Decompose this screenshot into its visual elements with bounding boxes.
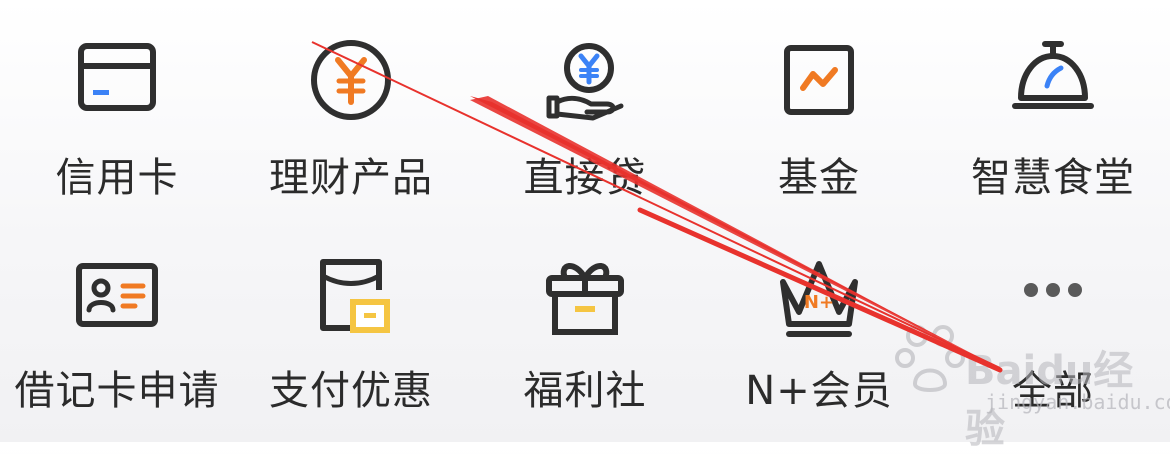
more-dots-icon bbox=[1003, 250, 1103, 350]
menu-label: 信用卡 bbox=[55, 155, 179, 201]
payment-discount-icon bbox=[301, 250, 401, 350]
menu-label: 福利社 bbox=[523, 368, 647, 414]
id-card-icon bbox=[67, 250, 167, 350]
menu-item-n-plus-member[interactable]: N+ N+会员 bbox=[702, 210, 936, 420]
loan-hand-icon bbox=[535, 32, 635, 132]
menu-item-credit-card[interactable]: 信用卡 bbox=[0, 0, 234, 210]
menu-item-payment-discount[interactable]: 支付优惠 bbox=[234, 210, 468, 420]
menu-item-welfare[interactable]: 福利社 bbox=[468, 210, 702, 420]
menu-label: 借记卡申请 bbox=[14, 368, 220, 414]
menu-label: 基金 bbox=[778, 155, 860, 201]
menu-label: 智慧食堂 bbox=[971, 155, 1135, 201]
credit-card-icon bbox=[67, 32, 167, 132]
menu-label: 支付优惠 bbox=[269, 368, 433, 414]
menu-label: 理财产品 bbox=[269, 155, 433, 201]
menu-item-all[interactable]: 全部 bbox=[936, 210, 1170, 420]
svg-text:N+: N+ bbox=[804, 292, 834, 313]
yen-coin-icon bbox=[301, 32, 401, 132]
menu-item-debit-card-apply[interactable]: 借记卡申请 bbox=[0, 210, 234, 420]
menu-item-smart-canteen[interactable]: 智慧食堂 bbox=[936, 0, 1170, 210]
menu-label: N+会员 bbox=[745, 368, 893, 414]
menu-item-fund[interactable]: 基金 bbox=[702, 0, 936, 210]
crown-icon: N+ bbox=[769, 250, 869, 350]
fund-chart-icon bbox=[769, 32, 869, 132]
menu-item-direct-loan[interactable]: 直接贷 bbox=[468, 0, 702, 210]
menu-item-wealth-products[interactable]: 理财产品 bbox=[234, 0, 468, 210]
service-grid: 信用卡 理财产品 直接贷 基金 智慧食堂 借记卡申请 支付优惠 福利社 N+ N… bbox=[0, 0, 1170, 442]
menu-label: 直接贷 bbox=[523, 155, 647, 201]
gift-box-icon bbox=[535, 250, 635, 350]
menu-label: 全部 bbox=[1012, 368, 1094, 414]
dining-cloche-icon bbox=[1003, 32, 1103, 132]
